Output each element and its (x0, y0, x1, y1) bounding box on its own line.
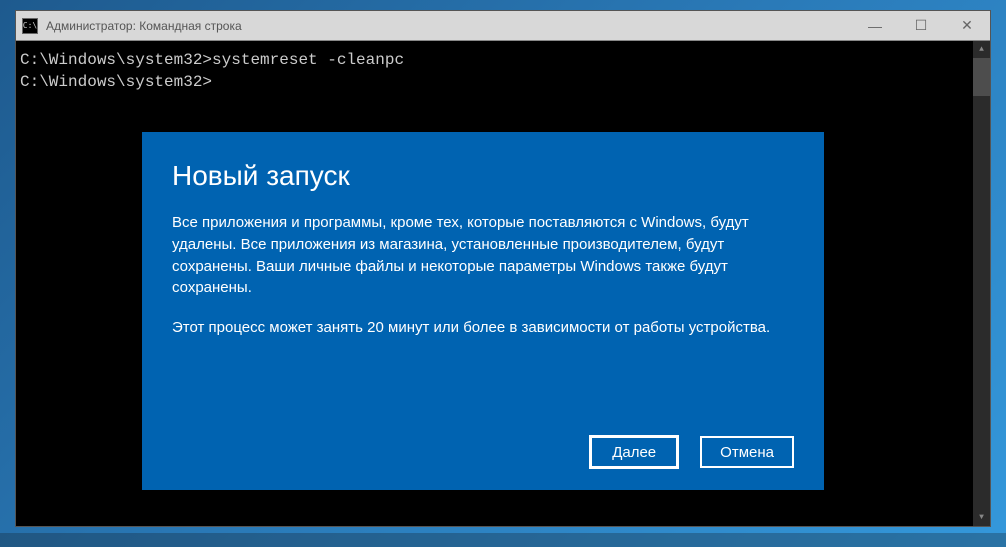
dialog-text-2: Этот процесс может занять 20 минут или б… (172, 317, 794, 339)
terminal-line: C:\Windows\system32> (20, 71, 986, 93)
maximize-button[interactable]: ☐ (898, 11, 944, 40)
close-button[interactable]: ✕ (944, 11, 990, 40)
scroll-down-icon[interactable]: ▼ (973, 509, 990, 526)
cmd-icon: C:\ (22, 18, 38, 34)
taskbar[interactable] (0, 533, 1006, 547)
dialog-title: Новый запуск (172, 160, 794, 192)
window-controls: — ☐ ✕ (852, 11, 990, 40)
cancel-button[interactable]: Отмена (700, 436, 794, 468)
dialog-body: Все приложения и программы, кроме тех, к… (172, 212, 794, 436)
titlebar[interactable]: C:\ Администратор: Командная строка — ☐ … (16, 11, 990, 41)
fresh-start-dialog: Новый запуск Все приложения и программы,… (142, 132, 824, 490)
terminal-line: C:\Windows\system32>systemreset -cleanpc (20, 49, 986, 71)
next-button[interactable]: Далее (590, 436, 678, 468)
scrollbar[interactable]: ▲ ▼ (973, 41, 990, 526)
window-title: Администратор: Командная строка (46, 19, 852, 33)
dialog-text-1: Все приложения и программы, кроме тех, к… (172, 212, 794, 299)
scroll-thumb[interactable] (973, 58, 990, 96)
dialog-buttons: Далее Отмена (172, 436, 794, 468)
scroll-up-icon[interactable]: ▲ (973, 41, 990, 58)
minimize-button[interactable]: — (852, 11, 898, 40)
